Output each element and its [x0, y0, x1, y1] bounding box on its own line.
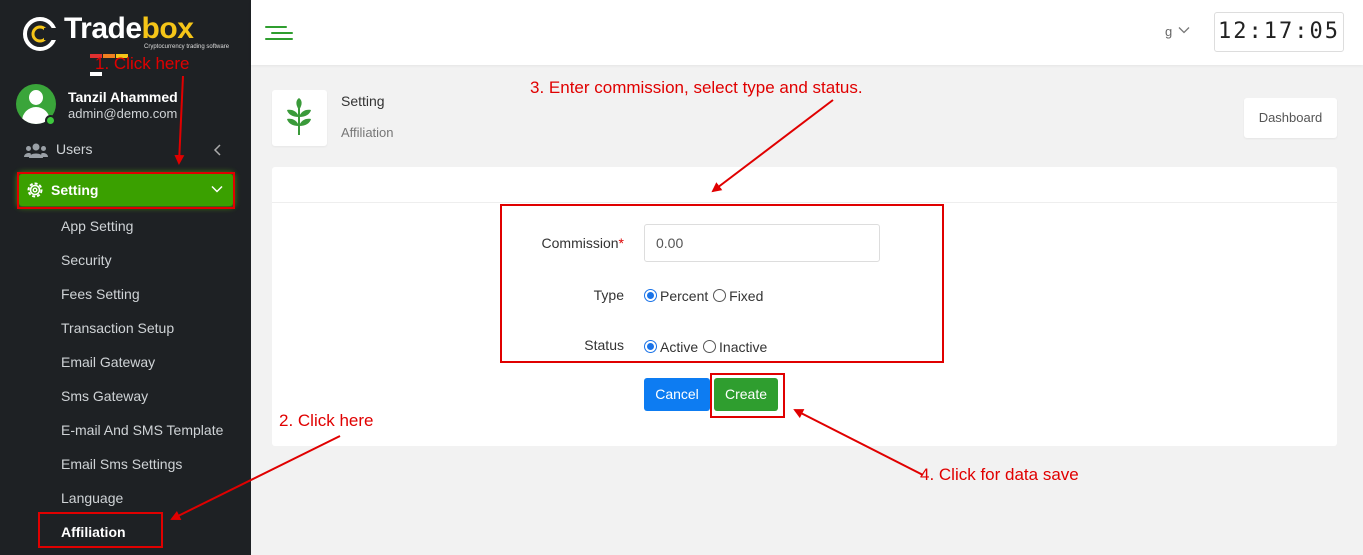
- sidebar-item-users-label: Users: [56, 141, 93, 157]
- logo-wordmark: Tradebox: [64, 12, 194, 45]
- annotation-box-setting: [17, 172, 235, 209]
- user-name: Tanzil Ahammed: [68, 89, 178, 105]
- submenu-item-app-setting[interactable]: App Setting: [61, 218, 133, 234]
- tradebox-logo[interactable]: Tradebox Cryptocurrency trading software: [20, 10, 230, 76]
- sidebar-item-users[interactable]: Users: [24, 140, 224, 160]
- page-title: Setting: [341, 93, 385, 109]
- language-selector[interactable]: g: [1165, 24, 1190, 39]
- online-status-dot: [45, 115, 56, 126]
- users-icon: [24, 143, 48, 158]
- card-divider: [272, 202, 1337, 203]
- dashboard-button[interactable]: Dashboard: [1244, 98, 1337, 138]
- submenu-item-fees-setting[interactable]: Fees Setting: [61, 286, 140, 302]
- logo-coin-icon: [23, 17, 58, 51]
- submenu-item-security[interactable]: Security: [61, 252, 112, 268]
- top-bar: g 12:17:05: [251, 0, 1363, 65]
- annotation-step3: 3. Enter commission, select type and sta…: [530, 78, 863, 97]
- annotation-box-form: [500, 204, 944, 363]
- chevron-left-icon: [213, 144, 221, 156]
- annotation-box-affiliation: [38, 512, 163, 548]
- annotation-box-create: [710, 373, 785, 418]
- submenu-item-email-gateway[interactable]: Email Gateway: [61, 354, 155, 370]
- page-subtitle: Affiliation: [341, 125, 394, 140]
- logo-tagline: Cryptocurrency trading software: [144, 44, 230, 50]
- submenu-item-email-sms-settings[interactable]: Email Sms Settings: [61, 456, 182, 472]
- submenu-item-language[interactable]: Language: [61, 490, 123, 506]
- annotation-step4: 4. Click for data save: [920, 465, 1079, 484]
- submenu-item-transaction-setup[interactable]: Transaction Setup: [61, 320, 174, 336]
- cancel-button[interactable]: Cancel: [644, 378, 710, 411]
- digital-clock: 12:17:05: [1214, 12, 1344, 52]
- annotation-step1: 1. Click here: [95, 54, 190, 73]
- chevron-down-icon: [1178, 27, 1190, 34]
- submenu-item-sms-gateway[interactable]: Sms Gateway: [61, 388, 148, 404]
- logo-stripe: [90, 45, 140, 76]
- menu-toggle-icon[interactable]: [265, 24, 293, 42]
- annotation-step2: 2. Click here: [279, 411, 374, 430]
- leaf-icon: [287, 98, 311, 135]
- user-email: admin@demo.com: [68, 106, 178, 121]
- sidebar: Tradebox Cryptocurrency trading software…: [0, 0, 251, 555]
- language-value: g: [1165, 24, 1173, 39]
- page-icon-box: [272, 90, 327, 146]
- submenu-item-email-sms-template[interactable]: E-mail And SMS Template: [61, 422, 223, 438]
